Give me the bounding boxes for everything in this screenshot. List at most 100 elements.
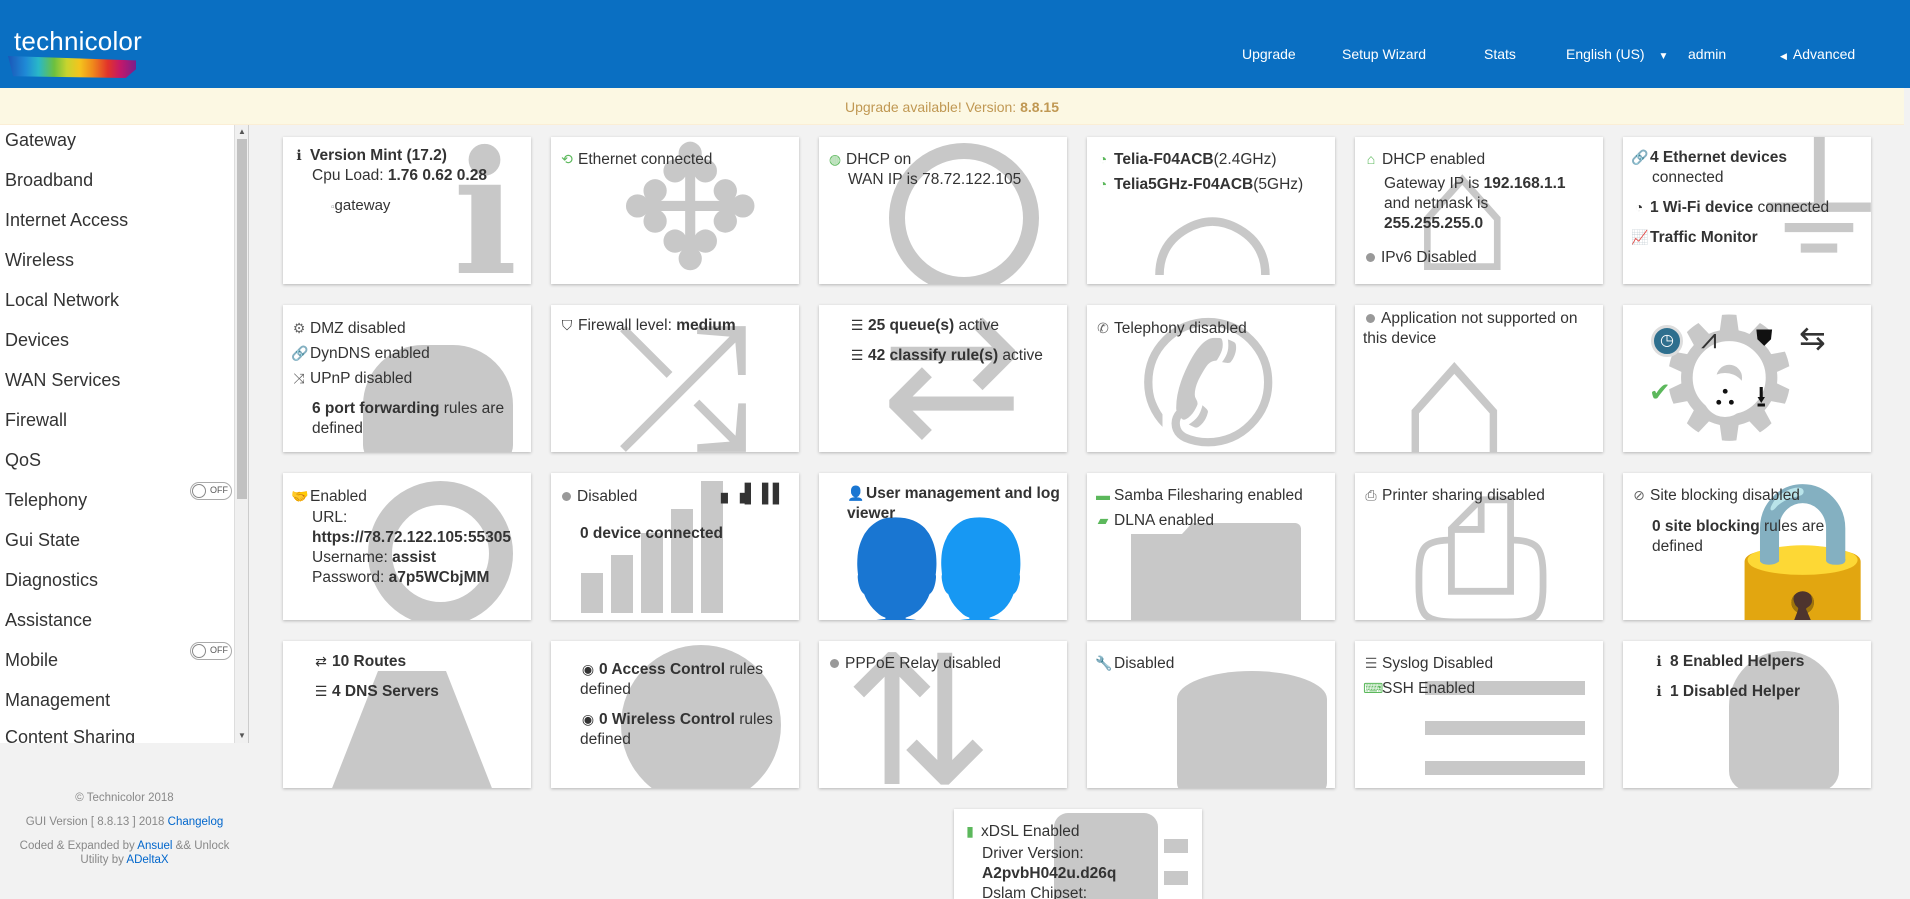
top-header: technicolor Upgrade Setup Wizard Stats E… (0, 0, 1910, 88)
network-icon[interactable]: ⛬ (1703, 373, 1747, 417)
card-relay-setup[interactable]: ⇅ PPPoE Relay disabled (819, 641, 1067, 788)
folder-icon: ▰ (1097, 512, 1109, 528)
database-icon-bg (1177, 671, 1327, 788)
card-devices[interactable]: ⏚ 🔗 4 Ethernet devices connected ◔ 1 Wi-Fi… (1623, 137, 1871, 284)
card-time-of-day[interactable]: ◉ 0 Access Control rules defined ◉ 0 Wirel… (551, 641, 799, 788)
xdsl-status: ▮ xDSL Enabled (962, 823, 1079, 841)
sidebar-item-gui-state[interactable]: Gui State (5, 530, 80, 551)
speedometer-icon[interactable]: ◷ (1651, 325, 1683, 357)
sidebar-item-assistance[interactable]: Assistance (5, 610, 92, 631)
card-xdsl[interactable]: ▮ xDSL Enabled Driver Version: A2pvbH042u… (954, 809, 1202, 899)
card-cwmp-helpers[interactable]: ℹ8 Enabled Helpers ℹ1 Disabled Helper (1623, 641, 1871, 788)
card-management[interactable]: 👥 👤 User management and log viewer (819, 473, 1067, 620)
sidebar-item-telephony[interactable]: Telephony (5, 490, 87, 511)
download-icon[interactable]: ⭳ (1756, 375, 1767, 426)
nav-setup-wizard[interactable]: Setup Wizard (1342, 46, 1426, 62)
upgrade-banner[interactable]: Upgrade available! Version: 8.8.15 (0, 88, 1904, 125)
exchange-icon[interactable]: ⇆ (1799, 319, 1826, 357)
nav-upgrade[interactable]: Upgrade (1242, 46, 1296, 62)
ansuel-link[interactable]: Ansuel (137, 840, 172, 852)
card-broadband[interactable]: ✥ ⟲ Ethernet connected (551, 137, 799, 284)
sidebar-item-wireless[interactable]: Wireless (5, 250, 74, 271)
mobile-toggle[interactable]: OFF (190, 642, 232, 660)
shield-check-icon[interactable]: ⛊ (1756, 325, 1773, 351)
eye-icon: ◉ (581, 661, 595, 677)
card-printer[interactable]: ⎙ ⎙ Printer sharing disabled (1355, 473, 1603, 620)
upgrade-text: Upgrade available! Version: (844, 99, 1021, 115)
card-wireless[interactable]: ◠ ◔ Telia-F04ACB(2.4GHz) ◔ Telia5GHz-F04AC… (1087, 137, 1335, 284)
card-qos[interactable]: ⇄ ☰ 25 queue(s) active ☰ 42 classify rule(… (819, 305, 1067, 452)
card-nfc[interactable]: 🔧 Disabled (1087, 641, 1335, 788)
mobile-status: 🤝 Enabled (291, 488, 367, 505)
scroll-thumb[interactable] (237, 139, 247, 499)
upnp-status: ⤨ UPnP disabled (291, 370, 412, 388)
adeltax-link[interactable]: ADeltaX (126, 854, 168, 866)
sidebar-item-gateway[interactable]: Gateway (5, 130, 76, 151)
card-system-extras[interactable]: ☰ Syslog Disabled ⌨SSH Enabled (1355, 641, 1603, 788)
sidebar-item-management[interactable]: Management (5, 690, 110, 711)
signal-bar-bg (581, 573, 603, 613)
sidebar-item-mobile[interactable]: Mobile (5, 650, 58, 671)
card-content-sharing[interactable]: ▬ Samba Filesharing enabled ▰ DLNA enabled (1087, 473, 1335, 620)
site-blocking-rules: 0 site blocking rules are defined (1652, 518, 1825, 555)
phone-icon: ✆ (1097, 320, 1109, 336)
wifi-icon: ◔ (1098, 176, 1108, 192)
card-internet-access[interactable]: ◍ DHCP on WAN IP is 78.72.122.105 (819, 137, 1067, 284)
card-wan-services[interactable]: ⚙ DMZ disabled 🔗 DynDNS enabled ⤨ UPnP disa… (283, 305, 531, 452)
nav-admin[interactable]: admin (1688, 46, 1726, 62)
sidebar-item-internet-access[interactable]: Internet Access (5, 210, 128, 231)
sidebar-item-firewall[interactable]: Firewall (5, 410, 67, 431)
cogs-icon: ⚙ (292, 320, 306, 336)
sidebar-scrollbar[interactable]: ▲ ▼ (234, 125, 248, 743)
exchange-icon: ⇄ (315, 653, 327, 669)
shuffle-icon: ⤨ (293, 370, 305, 386)
wifi-icon: ◔ (1098, 151, 1108, 167)
align-left-icon: ☰ (1364, 655, 1378, 671)
sidebar-item-diagnostics[interactable]: Diagnostics (5, 570, 98, 591)
card-diagnostics[interactable]: ⚙ ◷ ⩘ ⛊ ⇆ ✔ ⛬ ⭳ (1623, 305, 1871, 452)
card-ip-routing[interactable]: ⇄ 10 Routes ☰ 4 DNS Servers (283, 641, 531, 788)
card-local-network[interactable]: ⌂ ⌂ DHCP enabled Gateway IP is 192.168.1.… (1355, 137, 1603, 284)
pppoe-relay-status: PPPoE Relay disabled (827, 655, 1001, 673)
card-gui-state[interactable]: ⌂ Application not supported on this devi… (1355, 305, 1603, 452)
scroll-up-icon[interactable]: ▲ (237, 127, 247, 137)
sidebar-item-qos[interactable]: QoS (5, 450, 41, 471)
ban-icon: ⊘ (1633, 487, 1645, 503)
mobile-disabled: Disabled (559, 488, 637, 506)
ipv6-status: IPv6 Disabled (1363, 249, 1477, 267)
card-gateway[interactable]: i ℹ Version Mint (17.2) Cpu Load: 1.76 0.… (283, 137, 531, 284)
sidebar-item-content-sharing[interactable]: Content Sharing (5, 727, 135, 743)
mobile-url[interactable]: https://78.72.122.105:55305 (312, 529, 511, 547)
nav-advanced[interactable]: ◀ Advanced (1780, 46, 1855, 62)
technicolor-logo[interactable]: technicolor (4, 26, 142, 78)
sidebar-item-broadband[interactable]: Broadband (5, 170, 93, 191)
card-firewall[interactable]: ⤮ ⛉ Firewall level: medium (551, 305, 799, 452)
sidebar-item-wan-services[interactable]: WAN Services (5, 370, 120, 391)
sidebar-item-local-network[interactable]: Local Network (5, 290, 119, 311)
utility-by: Utility by (80, 854, 124, 866)
line-chart-icon[interactable]: ⩘ (1701, 323, 1717, 356)
list-icon: ☰ (850, 347, 864, 363)
card-telephony[interactable]: ✆ ✆ Telephony disabled (1087, 305, 1335, 452)
lightbulb-icon-bg (1729, 651, 1839, 788)
retweet-icon: ⟲ (561, 151, 573, 167)
language-select[interactable]: English (US) ▼ (1566, 46, 1668, 62)
slider-bar-bg (1425, 721, 1585, 735)
sidebar-item-devices[interactable]: Devices (5, 330, 69, 351)
toggle-label: OFF (210, 485, 228, 495)
coded-by: Coded & Expanded by (19, 840, 135, 852)
scroll-down-icon[interactable]: ▼ (237, 731, 247, 741)
nav-stats[interactable]: Stats (1484, 46, 1516, 62)
changelog-link[interactable]: Changelog (168, 816, 224, 828)
card-mobile-signal[interactable]: Disabled ▖▗▌▐▐ 0 device connected (551, 473, 799, 620)
printer-status: ⎙ Printer sharing disabled (1363, 487, 1544, 505)
dhcp-status: ◍ DHCP on (828, 151, 912, 168)
status-dot-icon (1366, 252, 1375, 262)
traffic-monitor[interactable]: 📈 Traffic Monitor (1631, 229, 1758, 247)
mobile-password: Password: a7p5WCbjMM (312, 569, 490, 586)
card-mobile[interactable]: 🤝 Enabled URL: https://78.72.122.105:5530… (283, 473, 531, 620)
card-parental-control[interactable]: 🔒 ⊘ Site blocking disabled 0 site blockin… (1623, 473, 1871, 620)
telephony-toggle[interactable]: OFF (190, 482, 232, 500)
sidebar: Gateway Broadband Internet Access Wirele… (0, 125, 249, 743)
check-icon[interactable]: ✔ (1649, 377, 1671, 408)
